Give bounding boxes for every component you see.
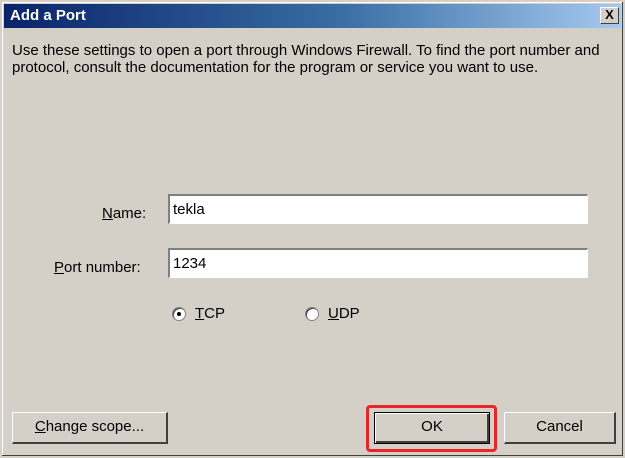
name-input[interactable] [168,194,588,224]
name-label: Name: [102,205,146,222]
port-label-rest: ort number: [64,259,141,276]
name-label-rest: ame: [112,205,147,222]
close-icon: X [605,7,614,22]
tcp-radio[interactable]: TCP [172,305,225,322]
name-label-mnemonic: N [102,205,113,222]
window-title: Add a Port [10,7,86,24]
tcp-label: TCP [195,305,225,322]
change-scope-button[interactable]: Change scope... [12,412,168,444]
description-text: Use these settings to open a port throug… [12,42,600,76]
udp-label: UDP [328,305,360,322]
cancel-button[interactable]: Cancel [504,412,616,444]
change-scope-label-rest: hange scope... [45,418,145,435]
udp-label-rest: DP [338,305,360,322]
tcp-label-rest: CP [204,305,226,322]
udp-mnemonic: U [328,305,339,322]
radio-selected-icon [172,306,186,321]
ok-button[interactable]: OK [374,412,490,444]
change-scope-mnemonic: C [34,418,46,435]
port-label-mnemonic: P [54,259,65,276]
title-bar[interactable]: Add a Port X [4,4,621,28]
udp-radio[interactable]: UDP [305,305,360,322]
add-port-dialog: Add a Port X Use these settings to open … [0,0,625,458]
close-button[interactable]: X [600,7,619,24]
tcp-mnemonic: T [195,305,205,322]
radio-unselected-icon [305,306,319,321]
port-number-input[interactable] [168,248,588,278]
port-number-label: Port number: [54,259,141,276]
